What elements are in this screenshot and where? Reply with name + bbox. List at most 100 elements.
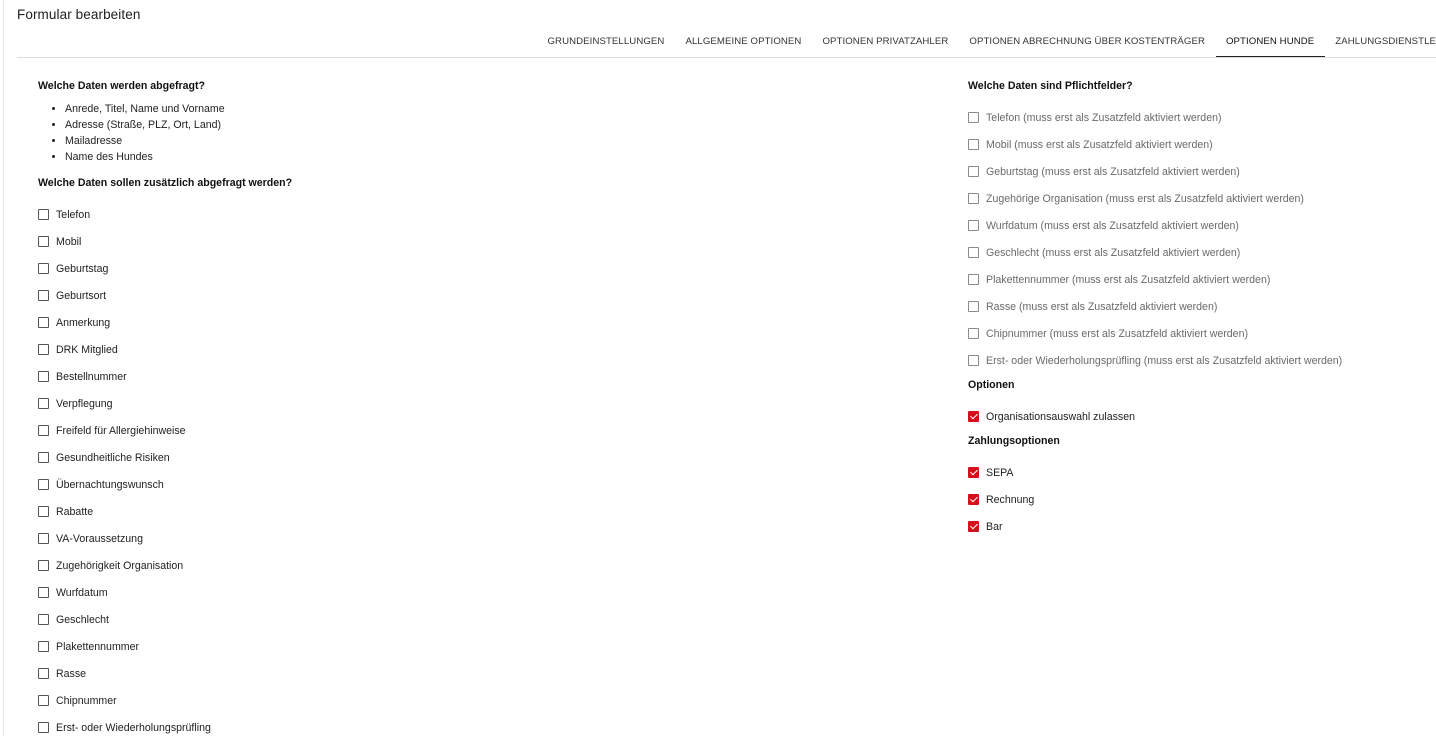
list-item: Name des Hundes [65,149,598,165]
checkbox-unchecked-icon[interactable] [38,425,49,436]
checkbox-unchecked-icon[interactable] [38,695,49,706]
checkbox-geschlecht[interactable]: Geschlecht [38,606,598,633]
checkbox-plakettennummer[interactable]: Plakettennummer [38,633,598,660]
checkbox-unchecked-icon[interactable] [38,452,49,463]
checkbox-label: Wurfdatum (muss erst als Zusatzfeld akti… [986,219,1239,232]
required-checkbox-plakettennummer[interactable]: Plakettennummer (muss erst als Zusatzfel… [968,266,1428,293]
checkbox-unchecked-icon[interactable] [968,193,979,204]
checkbox-mobil[interactable]: Mobil [38,228,598,255]
checkbox-unchecked-icon[interactable] [38,371,49,382]
checkbox-unchecked-icon[interactable] [38,587,49,598]
options-list: Organisationsauswahl zulassen [968,403,1428,430]
additional-fields-list: Telefon Mobil Geburtstag Geburtsort Anmerkun… [38,201,598,741]
required-checkbox-zugehoerige-organisation[interactable]: Zugehörige Organisation (muss erst als Z… [968,185,1428,212]
payment-checkbox-rechnung[interactable]: Rechnung [968,486,1428,513]
checkbox-label: Plakettennummer (muss erst als Zusatzfel… [986,273,1271,286]
checkbox-label: Geschlecht (muss erst als Zusatzfeld akt… [986,246,1241,259]
checkbox-verpflegung[interactable]: Verpflegung [38,390,598,417]
payment-checkbox-bar[interactable]: Bar [968,513,1428,540]
checkbox-label: Rasse (muss erst als Zusatzfeld aktivier… [986,300,1218,313]
payment-checkbox-sepa[interactable]: SEPA [968,459,1428,486]
checkbox-unchecked-icon[interactable] [968,247,979,258]
list-item: Adresse (Straße, PLZ, Ort, Land) [65,117,598,133]
tab-optionen-privatzahler[interactable]: OPTIONEN PRIVATZAHLER [812,29,959,54]
checkbox-telefon[interactable]: Telefon [38,201,598,228]
checkbox-label: Gesundheitliche Risiken [56,451,170,464]
required-checkbox-telefon[interactable]: Telefon (muss erst als Zusatzfeld aktivi… [968,104,1428,131]
checkbox-unchecked-icon[interactable] [38,317,49,328]
checkbox-rasse[interactable]: Rasse [38,660,598,687]
payment-options-heading: Zahlungsoptionen [968,435,1060,447]
checkbox-freifeld-fuer-allergiehinweise[interactable]: Freifeld für Allergiehinweise [38,417,598,444]
checkbox-unchecked-icon[interactable] [38,533,49,544]
checkbox-unchecked-icon[interactable] [38,641,49,652]
required-checkbox-erst-oder-wiederholungspruefling[interactable]: Erst- oder Wiederholungsprüfling (muss e… [968,347,1428,374]
required-checkbox-wurfdatum[interactable]: Wurfdatum (muss erst als Zusatzfeld akti… [968,212,1428,239]
checkbox-label: Geburtsort [56,289,107,302]
checkbox-zugehoerigkeit-organisation[interactable]: Zugehörigkeit Organisation [38,552,598,579]
checkbox-unchecked-icon[interactable] [38,506,49,517]
checkbox-unchecked-icon[interactable] [38,560,49,571]
required-checkbox-rasse[interactable]: Rasse (muss erst als Zusatzfeld aktivier… [968,293,1428,320]
checkbox-checked-icon[interactable] [968,521,979,532]
checkbox-unchecked-icon[interactable] [38,479,49,490]
tab-allgemeine-optionen[interactable]: ALLGEMEINE OPTIONEN [675,29,812,54]
tab-optionen-hunde[interactable]: OPTIONEN HUNDE [1215,29,1326,58]
checkbox-label: SEPA [986,466,1014,479]
checkbox-label: Erst- oder Wiederholungsprüfling [56,721,211,734]
required-checkbox-mobil[interactable]: Mobil (muss erst als Zusatzfeld aktivier… [968,131,1428,158]
tab-zahlungsdienstleister[interactable]: ZAHLUNGSDIENSTLEISTER [1325,29,1436,54]
checkbox-unchecked-icon[interactable] [38,668,49,679]
page-title: Formular bearbeiten [17,7,141,22]
checkbox-unchecked-icon[interactable] [38,290,49,301]
checkbox-erst-oder-wiederholungspruefling[interactable]: Erst- oder Wiederholungsprüfling [38,714,598,741]
checkbox-label: Mobil [56,235,82,248]
checkbox-label: Mobil (muss erst als Zusatzfeld aktivier… [986,138,1213,151]
checkbox-unchecked-icon[interactable] [968,112,979,123]
checkbox-uebernachtungswunsch[interactable]: Übernachtungswunsch [38,471,598,498]
checkbox-label: Freifeld für Allergiehinweise [56,424,186,437]
checkbox-geburtsort[interactable]: Geburtsort [38,282,598,309]
checkbox-gesundheitliche-risiken[interactable]: Gesundheitliche Risiken [38,444,598,471]
checkbox-unchecked-icon[interactable] [968,355,979,366]
checkbox-unchecked-icon[interactable] [968,301,979,312]
checkbox-label: Telefon [56,208,91,221]
checkbox-unchecked-icon[interactable] [38,722,49,733]
checkbox-va-voraussetzung[interactable]: VA-Voraussetzung [38,525,598,552]
required-checkbox-geschlecht[interactable]: Geschlecht (muss erst als Zusatzfeld akt… [968,239,1428,266]
checkbox-checked-icon[interactable] [968,467,979,478]
checkbox-unchecked-icon[interactable] [38,344,49,355]
tab-grundeinstellungen[interactable]: GRUNDEINSTELLUNGEN [537,29,675,54]
tab-divider [17,57,1436,58]
checkbox-bestellnummer[interactable]: Bestellnummer [38,363,598,390]
options-heading: Optionen [968,379,1015,391]
checkbox-anmerkung[interactable]: Anmerkung [38,309,598,336]
checkbox-unchecked-icon[interactable] [38,236,49,247]
tab-optionen-kostentraeger[interactable]: OPTIONEN ABRECHNUNG ÜBER KOSTENTRÄGER [959,29,1216,54]
checkbox-label: Geburtstag [56,262,109,275]
checkbox-drk-mitglied[interactable]: DRK Mitglied [38,336,598,363]
required-checkbox-geburtstag[interactable]: Geburtstag (muss erst als Zusatzfeld akt… [968,158,1428,185]
checkbox-label: Zugehörige Organisation (muss erst als Z… [986,192,1304,205]
checkbox-unchecked-icon[interactable] [968,274,979,285]
checkbox-unchecked-icon[interactable] [38,398,49,409]
checkbox-unchecked-icon[interactable] [968,220,979,231]
checkbox-geburtstag[interactable]: Geburtstag [38,255,598,282]
checkbox-unchecked-icon[interactable] [968,166,979,177]
checkbox-unchecked-icon[interactable] [968,139,979,150]
checkbox-unchecked-icon[interactable] [968,328,979,339]
checkbox-unchecked-icon[interactable] [38,614,49,625]
required-checkbox-chipnummer[interactable]: Chipnummer (muss erst als Zusatzfeld akt… [968,320,1428,347]
checkbox-label: Chipnummer [56,694,117,707]
checkbox-label: Geburtstag (muss erst als Zusatzfeld akt… [986,165,1240,178]
checkbox-checked-icon[interactable] [968,411,979,422]
checkbox-unchecked-icon[interactable] [38,209,49,220]
checkbox-chipnummer[interactable]: Chipnummer [38,687,598,714]
option-checkbox-organisationsauswahl-zulassen[interactable]: Organisationsauswahl zulassen [968,403,1428,430]
checkbox-rabatte[interactable]: Rabatte [38,498,598,525]
checkbox-unchecked-icon[interactable] [38,263,49,274]
required-fields-list: Telefon (muss erst als Zusatzfeld aktivi… [968,104,1428,374]
queried-data-list: Anrede, Titel, Name und Vorname Adresse … [38,101,598,165]
checkbox-checked-icon[interactable] [968,494,979,505]
checkbox-wurfdatum[interactable]: Wurfdatum [38,579,598,606]
